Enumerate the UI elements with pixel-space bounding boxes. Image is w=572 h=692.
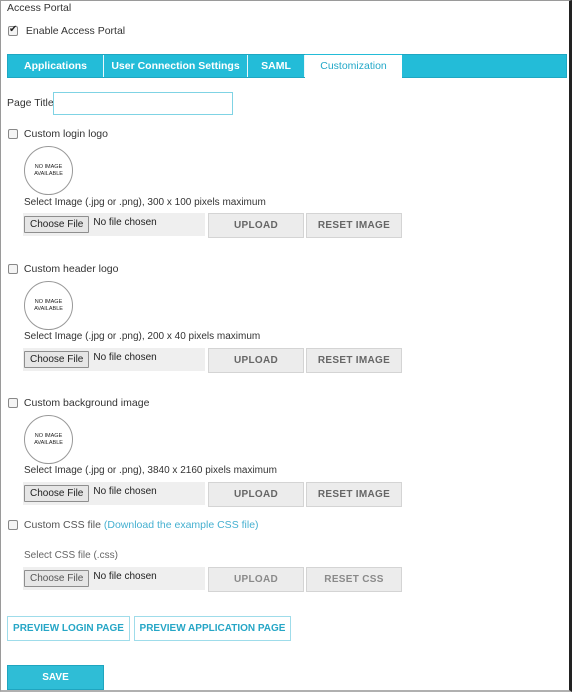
custom-css-checkbox[interactable]: [8, 520, 18, 531]
custom-css-label: Custom CSS file: [23, 519, 101, 532]
header-logo-file-input[interactable]: Choose File No file chosen: [23, 348, 205, 371]
header-logo-reset-button[interactable]: RESET IMAGE: [306, 348, 402, 373]
custom-background-row: Custom background image: [8, 397, 149, 409]
file-status: No file chosen: [93, 571, 157, 582]
file-status: No file chosen: [93, 352, 157, 363]
page-title-input[interactable]: [53, 92, 233, 115]
access-portal-panel: Access Portal Enable Access Portal Appli…: [0, 0, 572, 692]
no-image-line1: NO IMAGE: [34, 163, 63, 170]
custom-login-logo-row: Custom login logo: [8, 128, 108, 140]
choose-file-button[interactable]: Choose File: [24, 216, 90, 233]
login-logo-hint: Select Image (.jpg or .png), 300 x 100 p…: [24, 197, 266, 208]
custom-header-logo-checkbox[interactable]: [8, 264, 18, 275]
header-logo-hint: Select Image (.jpg or .png), 200 x 40 pi…: [24, 331, 261, 342]
file-status: No file chosen: [93, 486, 157, 497]
choose-file-button[interactable]: Choose File: [24, 351, 90, 368]
enable-portal-row: Enable Access Portal: [8, 24, 126, 38]
header-logo-upload-button[interactable]: UPLOAD: [208, 348, 304, 373]
css-upload-button[interactable]: UPLOAD: [208, 567, 304, 592]
tab-bar: Applications User Connection Settings SA…: [7, 54, 567, 78]
save-button[interactable]: SAVE: [7, 665, 104, 690]
background-reset-button[interactable]: RESET IMAGE: [306, 482, 402, 507]
enable-portal-checkbox[interactable]: [8, 24, 18, 37]
css-file-input[interactable]: Choose File No file chosen: [23, 567, 205, 590]
background-file-input[interactable]: Choose File No file chosen: [23, 482, 205, 505]
choose-file-button[interactable]: Choose File: [24, 485, 90, 502]
tab-saml[interactable]: SAML: [248, 55, 305, 77]
page-title-label: Page Title: [7, 97, 54, 109]
preview-login-page-button[interactable]: PREVIEW LOGIN PAGE: [7, 616, 130, 641]
no-image-line1: NO IMAGE: [34, 432, 63, 439]
download-example-css-link[interactable]: (Download the example CSS file): [104, 519, 259, 531]
section-title: Access Portal: [7, 2, 72, 14]
enable-portal-label: Enable Access Portal: [25, 25, 126, 38]
no-image-line2: AVAILABLE: [34, 170, 63, 177]
no-image-placeholder: NO IMAGE AVAILABLE: [24, 146, 73, 195]
custom-header-logo-row: Custom header logo: [8, 263, 118, 275]
css-reset-button[interactable]: RESET CSS: [306, 567, 402, 592]
choose-file-button[interactable]: Choose File: [24, 570, 90, 587]
no-image-placeholder: NO IMAGE AVAILABLE: [24, 281, 73, 330]
custom-login-logo-checkbox[interactable]: [8, 129, 18, 140]
tab-user-connection-settings[interactable]: User Connection Settings: [104, 55, 248, 77]
custom-login-logo-label: Custom login logo: [23, 128, 108, 141]
preview-application-page-button[interactable]: PREVIEW APPLICATION PAGE: [134, 616, 291, 641]
css-hint: Select CSS file (.css): [24, 550, 118, 561]
tab-customization[interactable]: Customization: [305, 54, 402, 78]
login-logo-reset-button[interactable]: RESET IMAGE: [306, 213, 402, 238]
tab-applications[interactable]: Applications: [8, 55, 104, 77]
no-image-line2: AVAILABLE: [34, 305, 63, 312]
custom-background-checkbox[interactable]: [8, 398, 18, 409]
login-logo-upload-button[interactable]: UPLOAD: [208, 213, 304, 238]
no-image-placeholder: NO IMAGE AVAILABLE: [24, 415, 73, 464]
no-image-line2: AVAILABLE: [34, 439, 63, 446]
background-upload-button[interactable]: UPLOAD: [208, 482, 304, 507]
custom-css-row: Custom CSS file (Download the example CS…: [8, 519, 259, 531]
no-image-line1: NO IMAGE: [34, 298, 63, 305]
file-status: No file chosen: [93, 217, 157, 228]
login-logo-file-input[interactable]: Choose File No file chosen: [23, 213, 205, 236]
custom-header-logo-label: Custom header logo: [23, 263, 119, 276]
background-hint: Select Image (.jpg or .png), 3840 x 2160…: [24, 465, 277, 476]
custom-background-label: Custom background image: [23, 397, 150, 410]
